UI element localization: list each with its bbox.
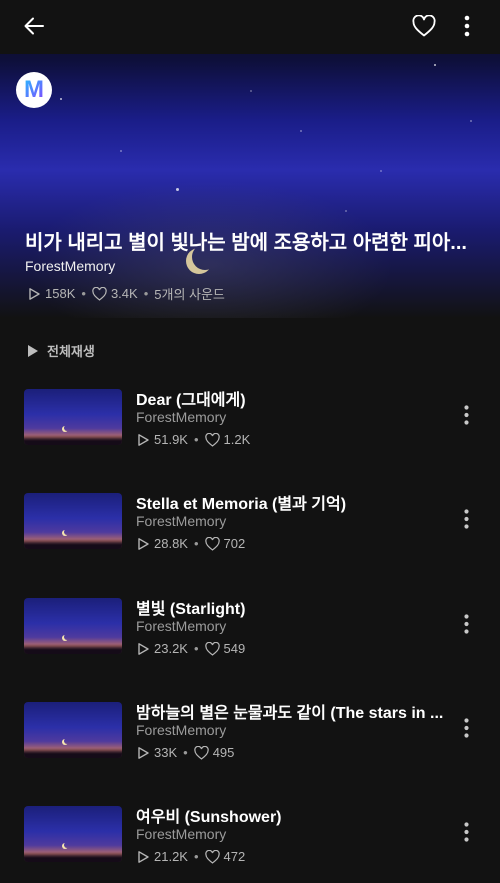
play-icon [28,344,38,357]
track-title: Stella et Memoria (별과 기억) [136,496,347,513]
kebab-vertical-icon [463,405,469,425]
heart-outline-icon [204,536,220,551]
track-more-button[interactable] [456,402,476,428]
play-count-icon [138,537,149,550]
track-stats: 51.9K • 1.2K [136,432,250,447]
track-artwork [24,702,122,758]
heart-outline-icon [92,286,107,301]
track-title: 여우비 (Sunshower) [136,809,282,826]
track-title: 밤하늘의 별은 눈물과도 같이 (The stars in ... [136,705,444,722]
arrow-left-icon [24,17,44,35]
track-more-button[interactable] [456,819,476,845]
heart-outline-icon [204,432,220,447]
track-stats: 28.8K • 702 [136,536,245,551]
kebab-vertical-icon [463,509,469,529]
track-row[interactable]: 여우비 (Sunshower) ForestMemory 21.2K • 472 [0,803,500,883]
track-artwork [24,598,122,654]
track-artist: ForestMemory [136,618,227,634]
separator-dot: • [193,641,199,656]
separator-dot: • [81,286,86,301]
track-more-button[interactable] [456,506,476,532]
playlist-title: 비가 내리고 별이 빛나는 밤에 조용하고 아련한 피아... [25,232,467,254]
play-all-label: 전체재생 [47,344,95,359]
track-title: Dear (그대에게) [136,392,246,409]
play-count-icon [29,287,40,300]
track-row[interactable]: Dear (그대에게) ForestMemory 51.9K • 1.2K [0,386,500,466]
kebab-vertical-icon [463,822,469,842]
logo-letter: M [24,76,44,103]
kebab-vertical-icon [464,15,470,37]
track-more-button[interactable] [456,715,476,741]
track-more-button[interactable] [456,611,476,637]
track-artwork [24,493,122,549]
more-options-button[interactable] [454,8,480,44]
separator-dot: • [143,286,149,301]
track-artist: ForestMemory [136,513,227,529]
playlist-sound-count: 5개의 사운드 [154,287,225,302]
track-artwork [24,389,122,445]
kebab-vertical-icon [463,614,469,634]
heart-outline-icon [412,15,436,37]
track-artist: ForestMemory [136,826,227,842]
track-stats: 21.2K • 472 [136,849,245,864]
play-count-icon [138,433,149,446]
artist-logo[interactable]: M [16,72,52,108]
track-artist: ForestMemory [136,722,227,738]
track-play-count: 33K [154,745,178,760]
track-play-count: 28.8K [154,536,188,551]
like-playlist-button[interactable] [404,8,444,44]
separator-dot: • [183,745,188,760]
top-app-bar [0,0,500,54]
track-like-count: 702 [223,536,246,551]
playlist-stats: 158K • 3.4K • 5개의 사운드 [27,284,225,303]
track-stats: 33K • 495 [136,745,234,760]
play-count-icon [138,642,149,655]
track-play-count: 23.2K [154,641,188,656]
play-count-icon [138,850,149,863]
separator-dot: • [193,536,199,551]
playlist-like-count: 3.4K [110,286,138,301]
playlist-artist[interactable]: ForestMemory [25,258,115,274]
track-like-count: 549 [223,641,246,656]
track-play-count: 51.9K [154,432,188,447]
heart-outline-icon [194,745,209,760]
play-all-button[interactable]: 전체재생 [27,341,95,360]
playlist-play-count: 158K [45,286,76,301]
play-count-icon [138,746,149,759]
heart-outline-icon [204,849,220,864]
separator-dot: • [193,849,199,864]
track-play-count: 21.2K [154,849,188,864]
track-row[interactable]: 별빛 (Starlight) ForestMemory 23.2K • 549 [0,595,500,675]
track-row[interactable]: Stella et Memoria (별과 기억) ForestMemory 2… [0,490,500,570]
track-artist: ForestMemory [136,409,227,425]
track-row[interactable]: 밤하늘의 별은 눈물과도 같이 (The stars in ... Forest… [0,699,500,779]
track-like-count: 472 [223,849,246,864]
track-like-count: 1.2K [223,432,251,447]
track-title: 별빛 (Starlight) [136,601,246,618]
track-stats: 23.2K • 549 [136,641,245,656]
track-like-count: 495 [212,745,235,760]
separator-dot: • [193,432,199,447]
back-button[interactable] [14,8,54,44]
heart-outline-icon [204,641,220,656]
track-artwork [24,806,122,862]
kebab-vertical-icon [463,718,469,738]
